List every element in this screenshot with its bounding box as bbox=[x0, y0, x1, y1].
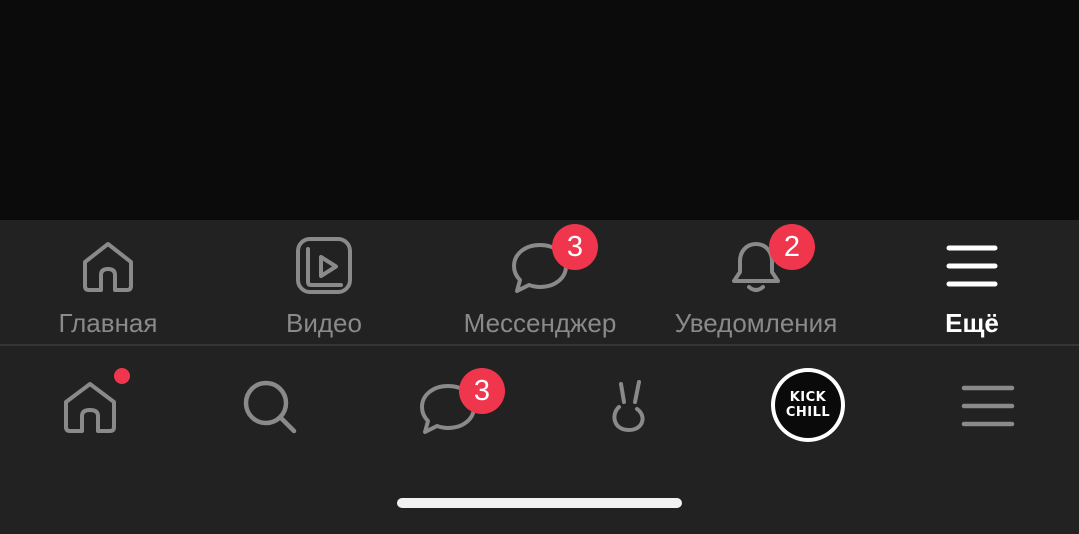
unread-badge: 2 bbox=[769, 224, 815, 270]
home-icon bbox=[77, 235, 139, 297]
menu-icon bbox=[941, 235, 1003, 297]
clips-icon bbox=[597, 374, 661, 438]
unread-badge: 3 bbox=[552, 224, 598, 270]
tab-home[interactable]: Главная bbox=[0, 220, 216, 344]
nav-messenger[interactable]: 3 bbox=[388, 366, 508, 456]
nav-home[interactable] bbox=[30, 366, 150, 456]
nav-search[interactable] bbox=[210, 366, 330, 456]
video-icon bbox=[293, 235, 355, 297]
tab-label: Мессенджер bbox=[463, 308, 617, 338]
tab-label: Видео bbox=[286, 308, 362, 338]
tab-messenger[interactable]: 3 Мессенджер bbox=[432, 220, 648, 344]
tab-notifications[interactable]: 2 Уведомления bbox=[648, 220, 864, 344]
avatar: KICK CHILL bbox=[771, 368, 845, 442]
content-area bbox=[0, 0, 1079, 220]
labeled-tab-bar: Главная Видео 3 Мессенджер 2 Уведомления… bbox=[0, 220, 1079, 344]
avatar-logo-text: KICK CHILL bbox=[775, 372, 841, 438]
home-indicator[interactable] bbox=[397, 498, 682, 508]
tab-video[interactable]: Видео bbox=[216, 220, 432, 344]
tab-label: Ещё bbox=[945, 308, 999, 338]
nav-profile[interactable]: KICK CHILL bbox=[748, 366, 868, 456]
tab-label: Уведомления bbox=[674, 308, 838, 338]
notification-dot bbox=[114, 368, 130, 384]
home-icon bbox=[58, 374, 122, 438]
app-screen: Главная Видео 3 Мессенджер 2 Уведомления… bbox=[0, 0, 1079, 534]
tab-more[interactable]: Ещё bbox=[864, 220, 1079, 344]
nav-clips[interactable] bbox=[569, 366, 689, 456]
search-icon bbox=[238, 374, 302, 438]
menu-icon bbox=[956, 374, 1020, 438]
nav-menu[interactable] bbox=[928, 366, 1048, 456]
tab-label: Главная bbox=[58, 308, 158, 338]
unread-badge: 3 bbox=[459, 368, 505, 414]
